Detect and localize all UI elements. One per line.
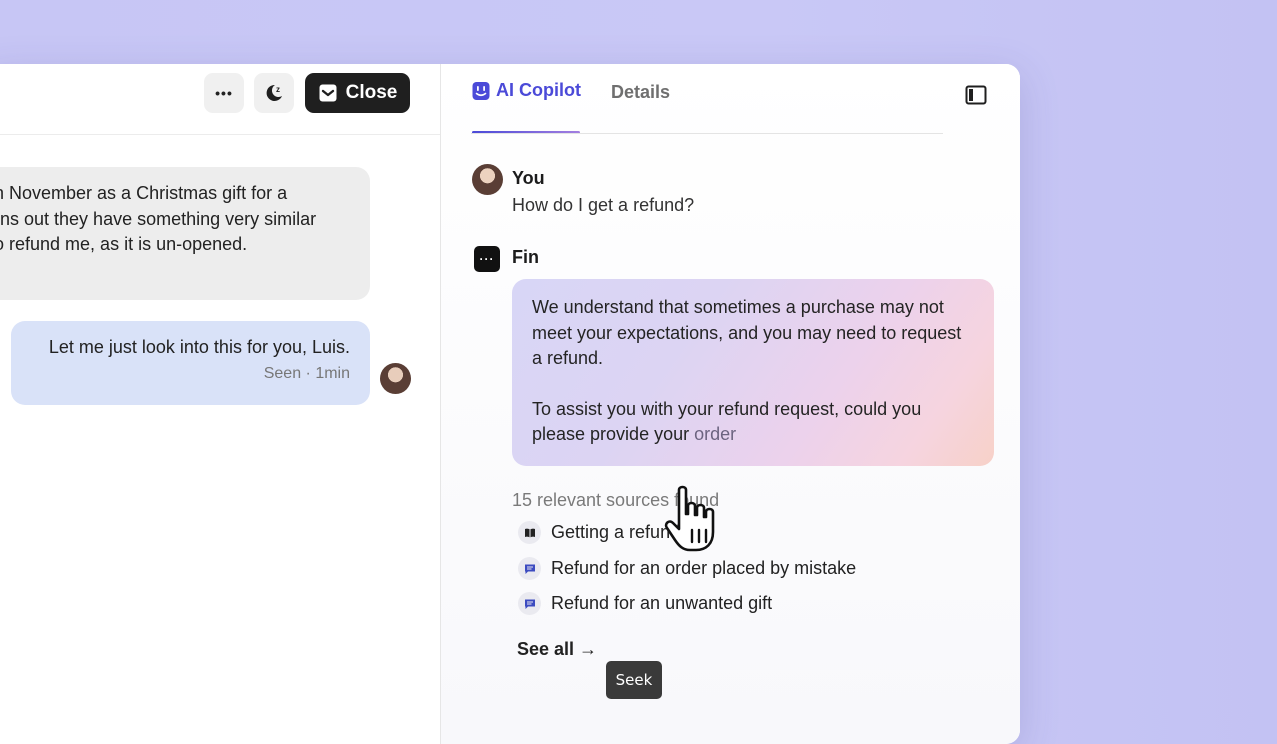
customer-message-line: rns out they have something very similar	[0, 208, 317, 229]
agent-message-text: Let me just look into this for you, Luis…	[48, 337, 350, 357]
book-icon	[518, 521, 541, 544]
ai-copilot-icon	[472, 81, 490, 100]
agent-message-status: Seen · 1min	[263, 365, 350, 382]
tab-ai-copilot[interactable]: AI Copilot	[472, 80, 581, 101]
user-avatar	[472, 164, 503, 195]
hand-pointer-cursor-icon	[664, 485, 715, 552]
close-button-label: Close	[345, 82, 398, 103]
source-item[interactable]: Refund for an unwanted gift	[518, 592, 772, 615]
sidebar-toggle-icon[interactable]	[964, 83, 988, 107]
answer-streaming-word: order	[694, 424, 737, 444]
snooze-button[interactable]: z	[254, 73, 294, 113]
tab-details[interactable]: Details	[611, 82, 670, 103]
inbox-window: ••• z Close n November as a Christmas gi…	[0, 64, 1020, 744]
tab-ai-copilot-label: AI Copilot	[496, 80, 581, 100]
fin-bot-icon: ···	[474, 246, 500, 272]
copilot-pane: AI Copilot Details You How do I get a re…	[440, 64, 1020, 744]
source-label: Refund for an order placed by mistake	[551, 558, 857, 578]
source-item[interactable]: Refund for an order placed by mistake	[518, 557, 856, 580]
answer-paragraph-2: To assist you with your refund request, …	[532, 397, 974, 448]
conversation-header: ••• z Close	[0, 64, 440, 135]
bot-name: Fin	[512, 247, 539, 267]
tabs-divider	[471, 133, 943, 134]
close-conversation-button[interactable]: Close	[305, 73, 410, 113]
more-options-button[interactable]: •••	[204, 73, 244, 113]
bot-answer-bubble: We understand that sometimes a purchase …	[512, 279, 994, 466]
chat-icon	[518, 557, 541, 580]
user-question: How do I get a refund?	[512, 195, 695, 215]
agent-avatar	[380, 363, 411, 394]
svg-text:z: z	[276, 85, 280, 94]
source-label: Getting a refund	[551, 522, 681, 542]
copilot-tabs: AI Copilot Details	[441, 64, 1020, 134]
ellipsis-icon: •••	[215, 85, 233, 101]
answer-paragraph-1: We understand that sometimes a purchase …	[532, 297, 962, 368]
source-item[interactable]: Getting a refund	[518, 521, 680, 544]
see-all-sources-link[interactable]: See all →	[517, 639, 597, 660]
user-name: You	[512, 168, 545, 188]
agent-message: Let me just look into this for you, Luis…	[11, 321, 370, 405]
chat-icon	[518, 592, 541, 615]
conversation-pane: ••• z Close n November as a Christmas gi…	[0, 64, 440, 744]
customer-message: n November as a Christmas gift for a rns…	[0, 167, 370, 300]
customer-message-line: o refund me, as it is un-opened.	[0, 234, 248, 254]
customer-message-line: n November as a Christmas gift for a	[0, 183, 288, 203]
snooze-moon-icon: z	[266, 84, 282, 101]
seek-tooltip: Seek	[606, 661, 662, 699]
close-inbox-icon	[319, 84, 337, 102]
source-label: Refund for an unwanted gift	[551, 593, 773, 613]
